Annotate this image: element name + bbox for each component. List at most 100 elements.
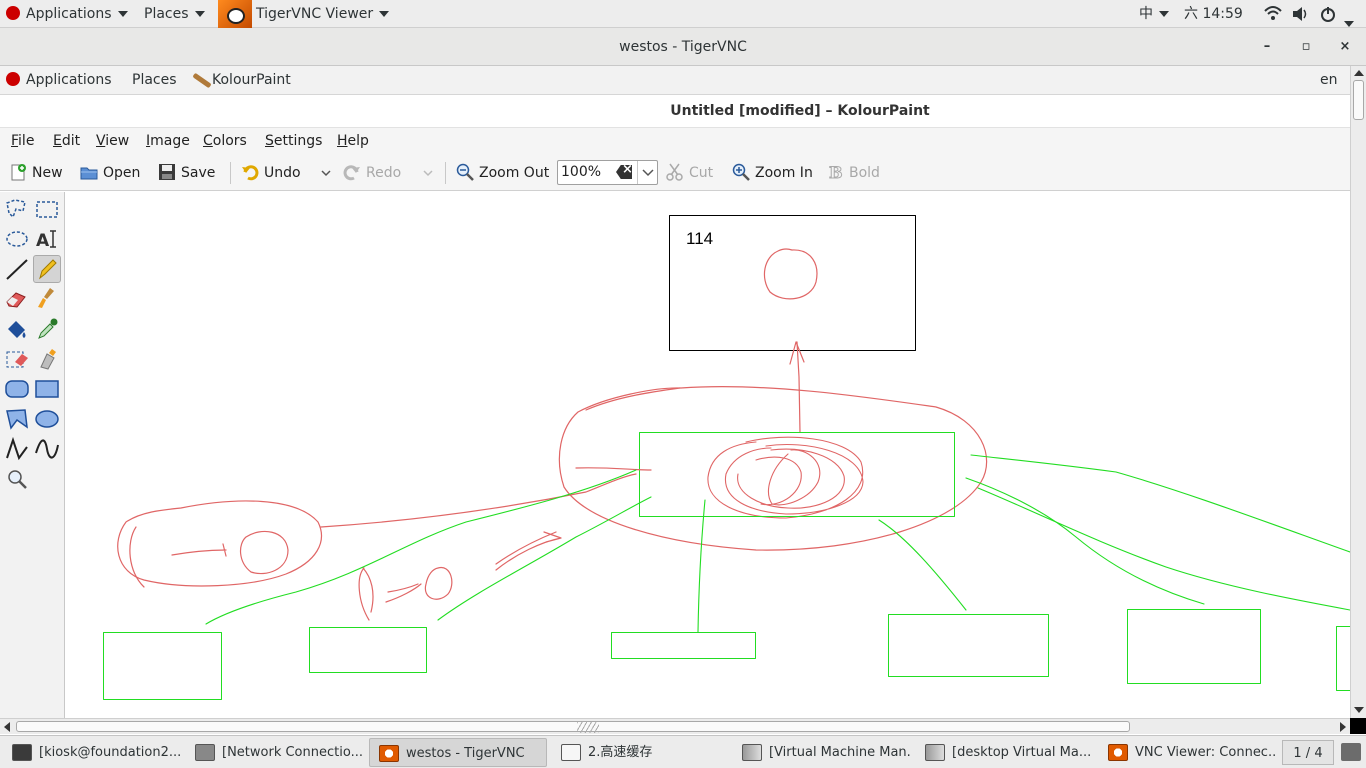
chevron-down-icon	[423, 170, 433, 177]
ellipse-select-icon	[6, 231, 28, 247]
input-method-menu[interactable]: 中	[1139, 0, 1169, 28]
workspace-pager[interactable]: 1 / 4	[1282, 740, 1334, 765]
free-form-select-tool[interactable]	[3, 195, 31, 223]
redo-button[interactable]: Redo	[343, 163, 401, 183]
canvas-text-label: 114	[686, 229, 714, 248]
minimize-button[interactable]: –	[1256, 36, 1278, 58]
app-menu[interactable]: TigerVNC Viewer	[218, 0, 390, 28]
menu-accel: F	[11, 133, 19, 149]
vnc-window-title: westos - TigerVNC	[619, 39, 747, 55]
brush-tool[interactable]	[33, 285, 61, 313]
undo-history-dropdown[interactable]	[320, 163, 332, 183]
menubar: File Edit View Image Colors Settings Hel…	[0, 128, 1350, 155]
task-desktop-virtual-machine[interactable]: [desktop Virtual Ma...	[916, 738, 1094, 767]
task-westos-tigervnc[interactable]: westos - TigerVNC	[369, 738, 547, 767]
new-label: New	[32, 165, 63, 181]
vnc-window-titlebar[interactable]: westos - TigerVNC – ▫ ×	[0, 28, 1366, 66]
kolourpaint-icon	[190, 71, 212, 89]
green-box-6	[1336, 626, 1350, 691]
polygon-tool[interactable]	[3, 405, 31, 433]
drawing-canvas[interactable]: 114	[66, 192, 1350, 718]
zoom-level-value[interactable]: 100%	[561, 164, 601, 180]
polyline-icon	[6, 436, 28, 461]
spraycan-tool[interactable]	[33, 345, 61, 373]
ellipse-tool[interactable]	[33, 405, 61, 433]
power-menu[interactable]	[1320, 0, 1355, 28]
task-network-connections[interactable]: [Network Connectio...	[186, 738, 364, 767]
menu-label: ile	[18, 133, 35, 149]
menu-settings[interactable]: Settings	[265, 133, 322, 149]
color-picker-tool[interactable]	[33, 315, 61, 343]
scroll-grip	[577, 722, 599, 733]
eyedropper-icon	[38, 318, 58, 339]
kolourpaint-title: Untitled [modified] – KolourPaint	[670, 103, 930, 119]
menu-label: dit	[61, 133, 81, 149]
scroll-up-arrow-icon[interactable]	[1354, 70, 1364, 76]
kolourpaint-titlebar[interactable]: Untitled [modified] – KolourPaint	[0, 95, 1350, 128]
input-method-label: 中	[1139, 6, 1153, 22]
scroll-down-arrow-icon[interactable]	[1354, 707, 1364, 713]
connected-lines-tool[interactable]	[3, 435, 31, 463]
remote-places-menu[interactable]: Places	[132, 66, 177, 95]
bold-button[interactable]: B Bold	[826, 163, 880, 183]
clear-text-icon[interactable]	[616, 165, 632, 179]
clock[interactable]: 六 14:59	[1184, 0, 1243, 28]
menu-view[interactable]: View	[96, 133, 129, 149]
open-label: Open	[103, 165, 141, 181]
zoom-dropdown-button[interactable]	[637, 161, 657, 184]
open-button[interactable]: Open	[80, 163, 140, 183]
flood-fill-tool[interactable]	[3, 315, 31, 343]
virt-manager-icon	[925, 744, 945, 761]
menu-label: iew	[105, 133, 130, 149]
elliptical-select-tool[interactable]	[3, 225, 31, 253]
zoom-tool[interactable]	[3, 465, 31, 493]
volume-icon[interactable]	[1291, 0, 1311, 28]
vertical-scroll-thumb[interactable]	[1353, 80, 1364, 120]
color-eraser-tool[interactable]	[3, 345, 31, 373]
horizontal-scrollbar[interactable]	[0, 718, 1350, 734]
places-label: Places	[144, 6, 189, 22]
redo-icon	[343, 165, 360, 181]
eraser-tool[interactable]	[3, 285, 31, 313]
zoom-level-combo[interactable]: 100%	[557, 160, 658, 185]
scroll-left-arrow-icon[interactable]	[4, 722, 10, 732]
pen-tool[interactable]	[33, 255, 61, 283]
undo-button[interactable]: Undo	[241, 163, 301, 183]
keyboard-layout[interactable]: en	[1320, 66, 1338, 95]
menu-edit[interactable]: Edit	[53, 133, 80, 149]
redo-history-dropdown[interactable]	[422, 163, 434, 183]
line-tool[interactable]	[3, 255, 31, 283]
curve-tool[interactable]	[33, 435, 61, 463]
new-button[interactable]: New	[9, 163, 63, 183]
cut-button[interactable]: Cut	[666, 163, 713, 183]
menu-colors[interactable]: Colors	[203, 133, 247, 149]
close-button[interactable]: ×	[1334, 36, 1356, 58]
rectangular-select-tool[interactable]	[33, 195, 61, 223]
task-virtual-machine-manager[interactable]: [Virtual Machine Man...	[733, 738, 911, 767]
menu-help[interactable]: Help	[337, 133, 369, 149]
remote-app-menu[interactable]: KolourPaint	[190, 66, 291, 95]
task-terminal[interactable]: [kiosk@foundation2...	[3, 738, 181, 767]
task-document[interactable]: 2.高速缓存	[552, 738, 730, 767]
save-button[interactable]: Save	[158, 163, 215, 183]
applications-menu[interactable]: Applications	[6, 0, 128, 28]
menu-image[interactable]: Image	[146, 133, 190, 149]
zoom-in-button[interactable]: Zoom In	[732, 163, 813, 183]
rounded-rectangle-tool[interactable]	[3, 375, 31, 403]
vertical-scrollbar[interactable]	[1350, 66, 1366, 718]
places-menu[interactable]: Places	[144, 0, 205, 28]
task-label: [kiosk@foundation2...	[39, 745, 181, 760]
text-tool[interactable]: A	[33, 225, 61, 253]
rectangle-tool[interactable]	[33, 375, 61, 403]
scroll-right-arrow-icon[interactable]	[1340, 722, 1346, 732]
task-vnc-viewer[interactable]: VNC Viewer: Connec...	[1099, 738, 1277, 767]
workspace-switcher-icon[interactable]	[1341, 743, 1361, 761]
remote-applications-menu[interactable]: Applications	[6, 66, 112, 95]
green-box-4	[888, 614, 1049, 677]
menu-file[interactable]: File	[11, 133, 34, 149]
wifi-icon[interactable]	[1264, 0, 1282, 28]
remote-top-panel: Applications Places KolourPaint en	[0, 66, 1350, 95]
zoom-out-button[interactable]: Zoom Out	[456, 163, 549, 183]
maximize-button[interactable]: ▫	[1295, 36, 1317, 58]
horizontal-scroll-thumb[interactable]	[16, 721, 1130, 733]
